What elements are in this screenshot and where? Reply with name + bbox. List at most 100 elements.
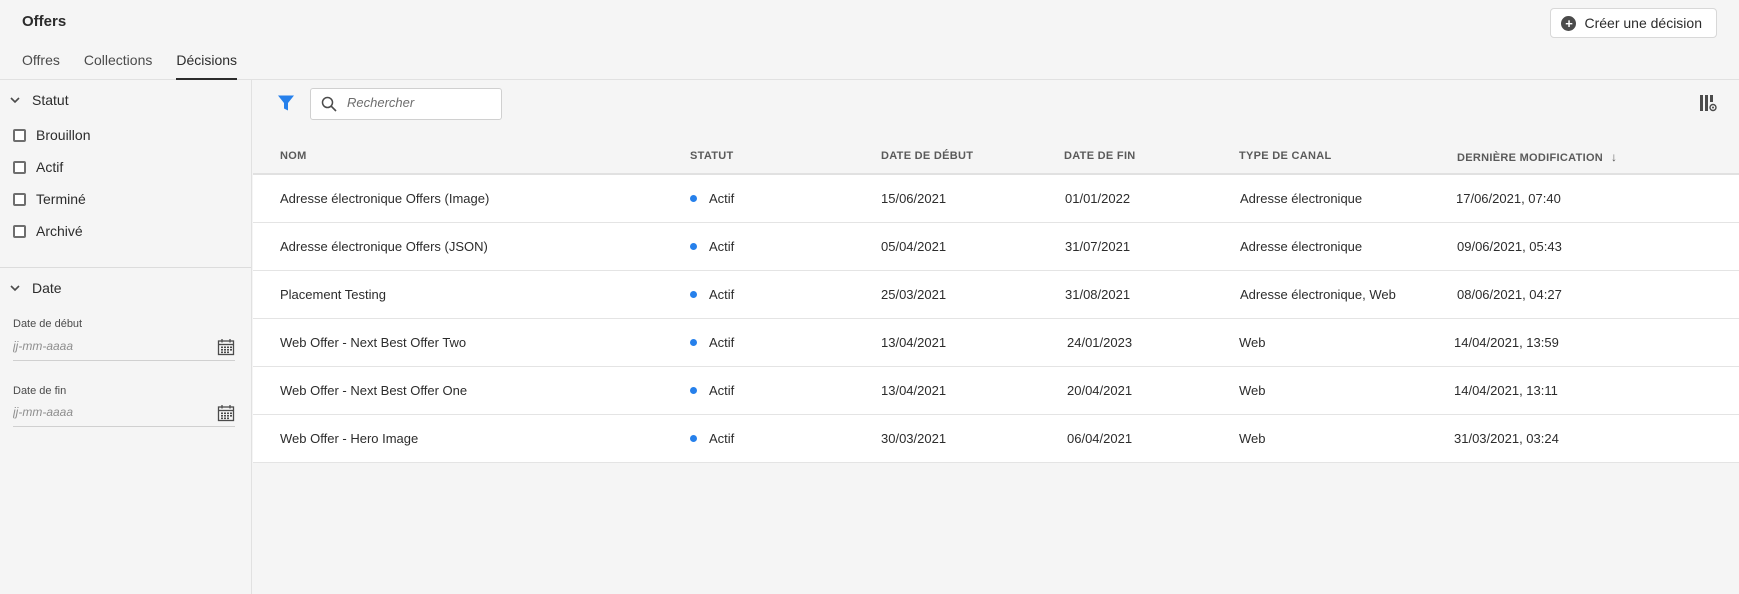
create-decision-label: Créer une décision <box>1584 15 1702 31</box>
search-icon <box>321 96 337 112</box>
column-header-nom[interactable]: NOM <box>280 150 307 162</box>
cell-start-date: 30/03/2021 <box>881 431 947 446</box>
calendar-icon[interactable] <box>217 338 235 356</box>
cell-end-date: 31/08/2021 <box>1065 287 1131 302</box>
column-header-statut[interactable]: STATUT <box>690 150 734 162</box>
table-body: Adresse électronique Offers (Image) Acti… <box>253 174 1739 463</box>
checkbox[interactable] <box>13 192 26 206</box>
status-label: Actif <box>709 191 735 206</box>
date-section-toggle[interactable]: Date <box>10 280 62 296</box>
tab-decisions[interactable]: Décisions <box>176 52 238 80</box>
status-label: Actif <box>709 335 735 350</box>
tab-bar: Offres Collections Décisions <box>22 52 261 80</box>
cell-status: Actif <box>690 431 734 446</box>
cell-start-date: 25/03/2021 <box>881 287 947 302</box>
checkbox-label: Actif <box>36 159 64 175</box>
status-checkbox-termine[interactable]: Terminé <box>13 191 86 207</box>
main-content: NOM STATUT DATE DE DÉBUT DATE DE FIN TYP… <box>253 80 1739 594</box>
checkbox-label: Archivé <box>36 223 83 239</box>
cell-channel: Web <box>1239 335 1266 350</box>
status-dot-icon <box>690 339 697 347</box>
end-date-input[interactable] <box>13 401 193 419</box>
filter-sidebar: Statut Brouillon Actif Terminé Archivé D… <box>0 80 252 594</box>
chevron-down-icon <box>10 97 20 104</box>
checkbox[interactable] <box>13 160 26 174</box>
status-label: Actif <box>709 239 735 254</box>
column-header-type-canal[interactable]: TYPE DE CANAL <box>1239 150 1332 162</box>
cell-name: Web Offer - Next Best Offer Two <box>280 335 467 350</box>
date-section-title: Date <box>32 280 62 296</box>
checkbox-label: Brouillon <box>36 127 91 143</box>
cell-start-date: 05/04/2021 <box>881 239 947 254</box>
table-row[interactable]: Adresse électronique Offers (JSON) Actif… <box>253 223 1739 271</box>
plus-circle-icon: + <box>1561 15 1577 31</box>
table-header: NOM STATUT DATE DE DÉBUT DATE DE FIN TYP… <box>253 142 1739 174</box>
start-date-label: Date de début <box>13 318 83 330</box>
cell-modified: 31/03/2021, 03:24 <box>1454 431 1559 446</box>
app-title: Offers <box>22 13 67 30</box>
cell-modified: 14/04/2021, 13:11 <box>1454 383 1558 398</box>
search-box <box>310 88 502 120</box>
cell-status: Actif <box>690 335 734 350</box>
cell-modified: 14/04/2021, 13:59 <box>1454 335 1559 350</box>
cell-name: Web Offer - Next Best Offer One <box>280 383 468 398</box>
status-dot-icon <box>690 195 697 203</box>
create-decision-button[interactable]: + Créer une décision <box>1550 8 1717 38</box>
cell-modified: 17/06/2021, 07:40 <box>1456 191 1561 206</box>
column-header-label: DERNIÈRE MODIFICATION <box>1457 152 1604 164</box>
calendar-icon[interactable] <box>217 404 235 422</box>
table-row[interactable]: Web Offer - Next Best Offer Two Actif 13… <box>253 319 1739 367</box>
cell-channel: Adresse électronique <box>1240 239 1363 254</box>
column-settings-icon[interactable] <box>1699 94 1717 112</box>
status-label: Actif <box>709 431 735 446</box>
cell-end-date: 31/07/2021 <box>1065 239 1131 254</box>
cell-name: Placement Testing <box>280 287 386 302</box>
status-dot-icon <box>690 243 697 251</box>
cell-start-date: 13/04/2021 <box>881 383 947 398</box>
checkbox[interactable] <box>13 224 26 238</box>
status-section-toggle[interactable]: Statut <box>10 92 69 108</box>
column-header-date-debut[interactable]: DATE DE DÉBUT <box>881 150 973 162</box>
table-row[interactable]: Adresse électronique Offers (Image) Acti… <box>253 175 1739 223</box>
end-date-field <box>13 401 235 427</box>
start-date-field <box>13 335 235 361</box>
status-section-title: Statut <box>32 92 69 108</box>
cell-channel: Web <box>1239 383 1266 398</box>
table-row[interactable]: Placement Testing Actif 25/03/2021 31/08… <box>253 271 1739 319</box>
start-date-input[interactable] <box>13 335 193 353</box>
tab-offres[interactable]: Offres <box>22 52 60 80</box>
cell-end-date: 20/04/2021 <box>1067 383 1133 398</box>
cell-name: Web Offer - Hero Image <box>280 431 419 446</box>
cell-channel: Adresse électronique <box>1240 191 1363 206</box>
checkbox[interactable] <box>13 128 26 142</box>
chevron-down-icon <box>10 285 20 292</box>
sort-descending-icon: ↓ <box>1611 150 1618 164</box>
cell-modified: 08/06/2021, 04:27 <box>1457 287 1562 302</box>
cell-channel: Web <box>1239 431 1266 446</box>
status-checkbox-archive[interactable]: Archivé <box>13 223 83 239</box>
tab-collections[interactable]: Collections <box>84 52 152 80</box>
cell-channel: Adresse électronique, Web <box>1240 287 1396 302</box>
cell-start-date: 15/06/2021 <box>881 191 947 206</box>
status-dot-icon <box>690 387 697 395</box>
filter-icon[interactable] <box>277 94 295 112</box>
status-checkbox-brouillon[interactable]: Brouillon <box>13 127 90 143</box>
table-row[interactable]: Web Offer - Hero Image Actif 30/03/2021 … <box>253 415 1739 463</box>
table-row[interactable]: Web Offer - Next Best Offer One Actif 13… <box>253 367 1739 415</box>
cell-end-date: 24/01/2023 <box>1067 335 1133 350</box>
column-header-date-fin[interactable]: DATE DE FIN <box>1064 150 1136 162</box>
cell-start-date: 13/04/2021 <box>881 335 947 350</box>
cell-name: Adresse électronique Offers (Image) <box>280 191 490 206</box>
status-label: Actif <box>709 383 735 398</box>
search-input[interactable] <box>347 95 497 110</box>
column-header-derniere-modification[interactable]: DERNIÈRE MODIFICATION ↓ <box>1457 150 1617 164</box>
cell-name: Adresse électronique Offers (JSON) <box>280 239 488 254</box>
status-checkbox-actif[interactable]: Actif <box>13 159 63 175</box>
cell-end-date: 06/04/2021 <box>1067 431 1133 446</box>
status-dot-icon <box>690 291 697 299</box>
cell-modified: 09/06/2021, 05:43 <box>1457 239 1562 254</box>
status-label: Actif <box>709 287 735 302</box>
cell-status: Actif <box>690 191 734 206</box>
cell-status: Actif <box>690 383 734 398</box>
status-dot-icon <box>690 435 697 443</box>
